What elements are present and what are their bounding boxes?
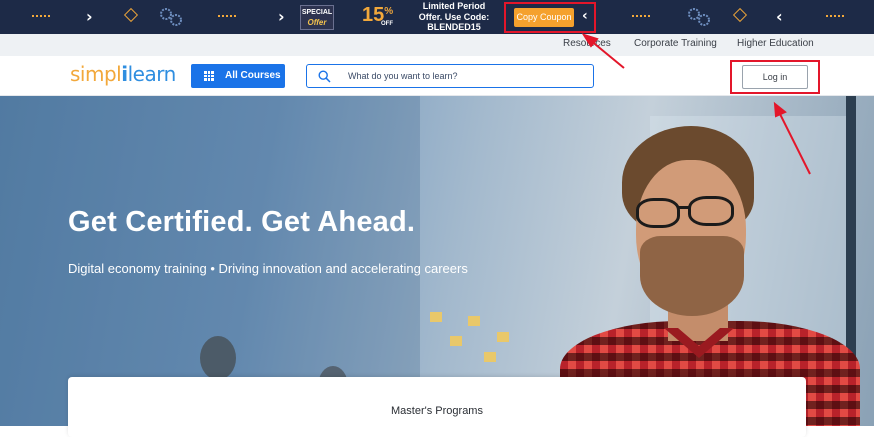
offer-label: Offer — [307, 18, 327, 27]
glasses-bridge — [678, 206, 690, 209]
off-label: OFF — [381, 21, 393, 27]
grid-icon — [204, 71, 214, 81]
programs-card: Master's Programs — [68, 377, 806, 437]
promo-banner: › › SPECIAL Offer 15% OFF Limited Period… — [0, 0, 874, 34]
percent-symbol: % — [384, 6, 394, 17]
background-person — [200, 336, 236, 380]
coupon-highlight: Copy Coupon ‹ — [504, 2, 596, 33]
gear-icon — [688, 8, 710, 26]
logo-text-left: simpl — [70, 62, 122, 86]
nav-resources[interactable]: Resources — [563, 38, 611, 49]
all-courses-label: All Courses — [225, 70, 281, 81]
sticky-note — [484, 352, 496, 362]
hero-title: Get Certified. Get Ahead. — [68, 206, 416, 238]
decor-dash — [32, 15, 50, 17]
offer-text: Limited Period Offer. Use Code: BLENDED1… — [418, 1, 490, 32]
site-header: simplilearn All Courses What do you want… — [0, 56, 874, 96]
diamond-icon — [732, 7, 748, 23]
all-courses-button[interactable]: All Courses — [191, 64, 285, 88]
gear-icon — [160, 8, 182, 26]
logo-text-right: learn — [127, 62, 177, 86]
diamond-icon — [123, 7, 139, 23]
top-nav: Resources Corporate Training Higher Educ… — [0, 34, 874, 56]
nav-corporate-training[interactable]: Corporate Training — [634, 38, 717, 49]
copy-coupon-button[interactable]: Copy Coupon — [514, 8, 574, 27]
simplilearn-logo[interactable]: simplilearn — [70, 62, 176, 86]
sticky-note — [430, 312, 442, 322]
glasses-left — [636, 198, 680, 228]
hero-subtitle: Digital economy training • Driving innov… — [68, 261, 468, 276]
glasses-right — [688, 196, 734, 226]
sticky-note — [450, 336, 462, 346]
special-offer-badge: SPECIAL Offer — [300, 5, 334, 30]
chevron-right-icon[interactable]: › — [86, 7, 93, 26]
chevron-left-icon[interactable]: ‹ — [582, 8, 588, 24]
login-button[interactable]: Log in — [742, 65, 808, 89]
chevron-right-icon[interactable]: › — [278, 7, 285, 26]
decor-dash — [632, 15, 650, 17]
special-label: SPECIAL — [301, 9, 333, 16]
decor-dash — [218, 15, 236, 17]
sticky-note — [468, 316, 480, 326]
man-beard — [640, 236, 744, 316]
search-placeholder: What do you want to learn? — [348, 71, 458, 81]
chevron-left-icon[interactable]: ‹ — [776, 7, 783, 26]
card-title: Master's Programs — [391, 405, 483, 417]
login-highlight: Log in — [730, 60, 820, 94]
discount-percent: 15% OFF — [362, 4, 393, 27]
decor-dash — [826, 15, 844, 17]
search-icon — [318, 70, 331, 83]
search-input[interactable]: What do you want to learn? — [306, 64, 594, 88]
sticky-note — [497, 332, 509, 342]
nav-higher-education[interactable]: Higher Education — [737, 38, 814, 49]
